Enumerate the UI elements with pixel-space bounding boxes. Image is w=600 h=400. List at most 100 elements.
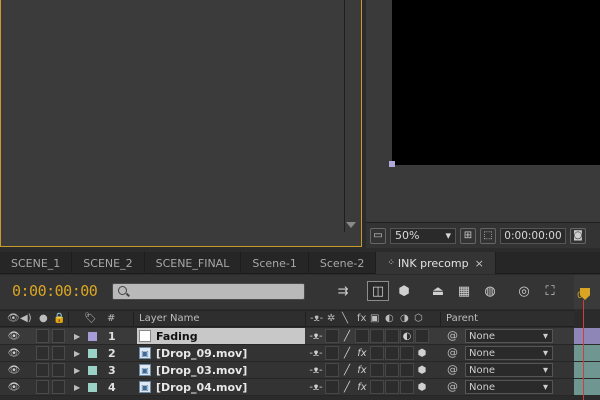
motion-blur-switch[interactable] <box>385 346 399 360</box>
solo-switch[interactable] <box>36 363 49 377</box>
layer-name-header[interactable]: Layer Name <box>139 313 200 324</box>
transparency-grid-icon[interactable]: ⬚ <box>480 227 496 244</box>
frame-blend-switch[interactable] <box>370 380 384 394</box>
adjustment-layer-switch[interactable] <box>400 363 414 377</box>
layer-row[interactable]: 👁 ▶ 4 ▣ [Drop_04.mov] -ᴥ- ╱ fx ⬢ @ None ▾ <box>0 379 574 396</box>
layer-name[interactable]: ▣ [Drop_04.mov] <box>137 379 305 395</box>
shy-switch-icon[interactable]: -ᴥ- <box>309 329 323 343</box>
pick-whip-icon[interactable]: @ <box>447 380 458 393</box>
3d-cube-icon[interactable]: ⬢ <box>415 380 429 394</box>
label-color-swatch[interactable] <box>88 366 97 375</box>
layer-search-input[interactable] <box>112 283 305 300</box>
parent-dropdown[interactable]: None ▾ <box>465 363 553 377</box>
region-of-interest-icon[interactable]: ⊞ <box>460 227 476 244</box>
expand-triangle-icon[interactable]: ▶ <box>74 362 82 378</box>
quality-switch-icon[interactable]: ╱ <box>340 380 354 394</box>
vertical-scrollbar[interactable] <box>344 0 360 232</box>
brainstorm-icon[interactable]: ⛶ <box>539 281 561 301</box>
snapshot-camera-icon[interactable]: ◙ <box>570 227 586 244</box>
layer-name[interactable]: ▣ [Drop_09.mov] <box>137 345 305 361</box>
layer-duration-bar[interactable] <box>574 345 600 362</box>
shy-switch-icon[interactable]: -ᴥ- <box>309 363 323 377</box>
pick-whip-icon[interactable]: @ <box>447 329 458 342</box>
viewer-timecode[interactable]: 0:00:00:00 <box>500 227 566 244</box>
layer-name[interactable]: ▣ [Drop_03.mov] <box>137 362 305 378</box>
visibility-eye-icon[interactable]: 👁 <box>7 328 21 344</box>
tab-scene-1[interactable]: SCENE_1 <box>0 252 73 274</box>
quality-switch-icon[interactable]: ╱ <box>340 363 354 377</box>
3d-cube-icon[interactable]: ⬢ <box>415 363 429 377</box>
shy-switch-icon[interactable]: -ᴥ- <box>309 346 323 360</box>
collapse-switch[interactable] <box>325 329 339 343</box>
solo-switch[interactable] <box>36 346 49 360</box>
solo-switch[interactable] <box>36 329 49 343</box>
frame-blend-switch[interactable] <box>370 363 384 377</box>
collapse-switch[interactable] <box>325 380 339 394</box>
motion-blur-icon[interactable]: ◍ <box>479 281 501 301</box>
parent-dropdown[interactable]: None ▾ <box>465 346 553 360</box>
frame-blending-icon[interactable]: ▦ <box>453 281 475 301</box>
always-preview-icon[interactable]: ▭ <box>370 227 386 244</box>
current-time-display[interactable]: 0:00:00:00 <box>12 282 98 300</box>
3d-cube-icon[interactable]: ⬢ <box>415 346 429 360</box>
pick-whip-icon[interactable]: @ <box>447 363 458 376</box>
draft-3d-icon[interactable]: ⬢ <box>393 281 415 301</box>
label-color-swatch[interactable] <box>88 383 97 392</box>
parent-dropdown[interactable]: None ▾ <box>465 329 553 343</box>
hide-shy-layers-icon[interactable]: ⏏ <box>427 281 449 301</box>
layer-handle[interactable] <box>389 161 395 167</box>
layer-duration-bar[interactable] <box>574 362 600 379</box>
composition-canvas[interactable] <box>392 0 600 165</box>
layer-duration-bar[interactable] <box>574 379 600 396</box>
motion-blur-switch[interactable] <box>385 329 399 343</box>
adjustment-layer-icon[interactable]: ◐ <box>400 329 414 343</box>
scroll-down-arrow-icon[interactable] <box>346 222 356 228</box>
3d-layer-switch[interactable] <box>415 329 429 343</box>
tab-scene-final[interactable]: SCENE_FINAL <box>145 252 242 274</box>
shy-switch-icon[interactable]: -ᴥ- <box>309 380 323 394</box>
magnification-dropdown[interactable]: 50% ▾ <box>390 227 456 244</box>
tab-scene-1-alt[interactable]: Scene-1 <box>241 252 309 274</box>
motion-blur-switch[interactable] <box>385 363 399 377</box>
lock-switch[interactable] <box>52 380 65 394</box>
lock-switch[interactable] <box>52 329 65 343</box>
frame-blend-switch[interactable] <box>370 329 384 343</box>
visibility-eye-icon[interactable]: 👁 <box>7 345 21 361</box>
composition-mini-flowchart-icon[interactable]: ⇉ <box>332 281 354 301</box>
tab-scene-2[interactable]: SCENE_2 <box>72 252 145 274</box>
visibility-eye-icon[interactable]: 👁 <box>7 362 21 378</box>
tab-scene-2-alt[interactable]: Scene-2 <box>309 252 377 274</box>
label-color-swatch[interactable] <box>88 349 97 358</box>
pick-whip-icon[interactable]: @ <box>447 346 458 359</box>
effects-switch-icon[interactable]: fx <box>355 363 369 377</box>
layer-row[interactable]: 👁 ▶ 1 Fading -ᴥ- ╱ ◐ @ None ▾ <box>0 328 574 345</box>
collapse-switch[interactable] <box>325 346 339 360</box>
expand-triangle-icon[interactable]: ▶ <box>74 379 82 395</box>
layer-row[interactable]: 👁 ▶ 3 ▣ [Drop_03.mov] -ᴥ- ╱ fx ⬢ @ None ▾ <box>0 362 574 379</box>
adjustment-layer-switch[interactable] <box>400 346 414 360</box>
live-update-icon[interactable]: ◫ <box>367 281 389 301</box>
layer-name[interactable]: Fading <box>137 328 305 344</box>
visibility-eye-icon[interactable]: 👁 <box>7 379 21 395</box>
effects-switch-icon[interactable]: fx <box>355 346 369 360</box>
layer-duration-bar[interactable] <box>574 328 600 345</box>
expand-triangle-icon[interactable]: ▶ <box>74 345 82 361</box>
lock-switch[interactable] <box>52 346 65 360</box>
adjustment-layer-switch[interactable] <box>400 380 414 394</box>
quality-switch-icon[interactable]: ╱ <box>340 329 354 343</box>
label-color-swatch[interactable] <box>88 332 97 341</box>
lock-switch[interactable] <box>52 363 65 377</box>
graph-editor-icon[interactable]: ◎ <box>513 281 535 301</box>
effects-switch[interactable] <box>355 329 369 343</box>
parent-header[interactable]: Parent <box>446 313 478 324</box>
motion-blur-switch[interactable] <box>385 380 399 394</box>
layer-row[interactable]: 👁 ▶ 2 ▣ [Drop_09.mov] -ᴥ- ╱ fx ⬢ @ None ▾ <box>0 345 574 362</box>
collapse-switch[interactable] <box>325 363 339 377</box>
tab-ink-precomp[interactable]: ⁘ INK precomp × <box>376 252 496 274</box>
close-icon[interactable]: × <box>475 257 484 270</box>
frame-blend-switch[interactable] <box>370 346 384 360</box>
parent-dropdown[interactable]: None ▾ <box>465 380 553 394</box>
quality-switch-icon[interactable]: ╱ <box>340 346 354 360</box>
effects-switch-icon[interactable]: fx <box>355 380 369 394</box>
solo-switch[interactable] <box>36 380 49 394</box>
